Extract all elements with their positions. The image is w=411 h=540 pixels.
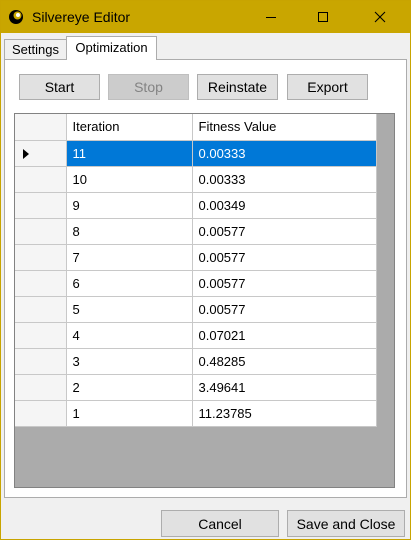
fitness-cell[interactable]: 3.49641 [192, 374, 377, 401]
iteration-cell[interactable]: 3 [66, 348, 193, 375]
iteration-cell[interactable]: 1 [66, 400, 193, 427]
iteration-cell[interactable]: 5 [66, 296, 193, 323]
iteration-cell[interactable]: 4 [66, 322, 193, 349]
fitness-cell[interactable]: 0.00577 [192, 244, 377, 271]
table-row[interactable]: 5 0.00577 [15, 296, 377, 323]
row-header[interactable] [15, 270, 67, 297]
row-header[interactable] [15, 218, 67, 245]
cancel-button[interactable]: Cancel [161, 510, 279, 537]
iteration-cell[interactable]: 11 [66, 140, 193, 167]
table-row[interactable]: 7 0.00577 [15, 244, 377, 271]
fitness-cell[interactable]: 0.00333 [192, 166, 377, 193]
iteration-cell[interactable]: 10 [66, 166, 193, 193]
table-row[interactable]: 2 3.49641 [15, 374, 377, 401]
column-header-iteration[interactable]: Iteration [66, 114, 193, 141]
maximize-button[interactable] [300, 1, 346, 33]
fitness-cell[interactable]: 0.00577 [192, 296, 377, 323]
table-row[interactable]: 8 0.00577 [15, 218, 377, 245]
close-icon [374, 11, 386, 23]
table-row[interactable]: 4 0.07021 [15, 322, 377, 349]
table-row[interactable]: 11 0.00333 [15, 140, 377, 167]
minimize-button[interactable] [248, 1, 294, 33]
header-row: Iteration Fitness Value [15, 114, 377, 141]
table-row[interactable]: 1 11.23785 [15, 400, 377, 427]
row-header[interactable] [15, 322, 67, 349]
fitness-cell[interactable]: 0.00349 [192, 192, 377, 219]
title-bar[interactable]: Silvereye Editor [1, 1, 410, 33]
row-header[interactable] [15, 348, 67, 375]
iteration-cell[interactable]: 7 [66, 244, 193, 271]
fitness-cell[interactable]: 0.00333 [192, 140, 377, 167]
fitness-cell[interactable]: 11.23785 [192, 400, 377, 427]
iteration-cell[interactable]: 8 [66, 218, 193, 245]
tab-optimization[interactable]: Optimization [66, 36, 157, 60]
table-row[interactable]: 6 0.00577 [15, 270, 377, 297]
table-row[interactable]: 10 0.00333 [15, 166, 377, 193]
column-header-fitness[interactable]: Fitness Value [192, 114, 377, 141]
row-header[interactable] [15, 400, 67, 427]
row-header[interactable] [15, 166, 67, 193]
row-header[interactable] [15, 140, 67, 167]
row-header[interactable] [15, 374, 67, 401]
row-pointer-icon [23, 148, 29, 159]
table-row[interactable]: 3 0.48285 [15, 348, 377, 375]
reinstate-button[interactable]: Reinstate [197, 74, 278, 100]
row-header[interactable] [15, 192, 67, 219]
tab-settings[interactable]: Settings [4, 39, 67, 59]
eye-icon [8, 9, 24, 25]
results-grid[interactable]: Iteration Fitness Value 11 0.00333 10 0.… [14, 113, 395, 488]
window-title: Silvereye Editor [32, 9, 131, 25]
fitness-cell[interactable]: 0.00577 [192, 270, 377, 297]
stop-button[interactable]: Stop [108, 74, 189, 100]
iteration-cell[interactable]: 9 [66, 192, 193, 219]
fitness-cell[interactable]: 0.00577 [192, 218, 377, 245]
iteration-cell[interactable]: 6 [66, 270, 193, 297]
table-row[interactable]: 9 0.00349 [15, 192, 377, 219]
iteration-cell[interactable]: 2 [66, 374, 193, 401]
start-button[interactable]: Start [19, 74, 100, 100]
close-button[interactable] [357, 1, 403, 33]
save-and-close-button[interactable]: Save and Close [287, 510, 405, 537]
results-table: Iteration Fitness Value 11 0.00333 10 0.… [15, 114, 377, 427]
minimize-icon [265, 11, 277, 23]
export-button[interactable]: Export [287, 74, 368, 100]
corner-header[interactable] [15, 114, 67, 141]
fitness-cell[interactable]: 0.48285 [192, 348, 377, 375]
maximize-icon [317, 11, 329, 23]
row-header[interactable] [15, 296, 67, 323]
fitness-cell[interactable]: 0.07021 [192, 322, 377, 349]
row-header[interactable] [15, 244, 67, 271]
app-window: Silvereye Editor Settings Optimization S… [0, 0, 411, 540]
